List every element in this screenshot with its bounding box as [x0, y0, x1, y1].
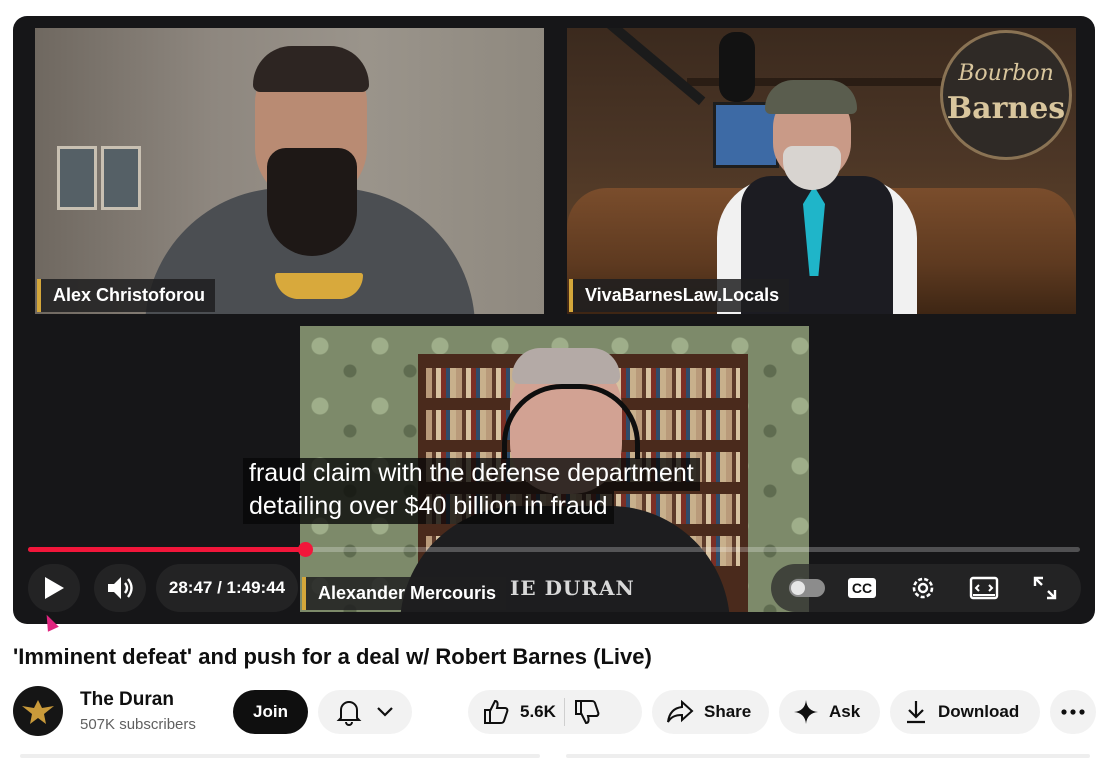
subscribe-notification-button[interactable] — [318, 690, 412, 734]
download-label: Download — [938, 702, 1020, 721]
participant-name: Alex Christoforou — [37, 279, 216, 312]
like-dislike-group: 5.6K — [468, 690, 642, 734]
divider — [563, 698, 565, 726]
chevron-down-icon — [377, 707, 393, 717]
content-divider — [20, 754, 540, 758]
channel-name[interactable]: The Duran — [80, 689, 174, 711]
channel-logo-icon — [22, 700, 54, 724]
video-player[interactable]: Alex Christoforou Bourbon Barnes VivaBar… — [13, 16, 1095, 624]
gear-icon — [912, 577, 934, 599]
person-cap — [765, 80, 857, 114]
autoplay-toggle-icon — [789, 579, 825, 597]
scrubber-handle[interactable] — [297, 542, 313, 557]
bourbon-barnes-sign: Bourbon Barnes — [940, 30, 1072, 160]
settings-button[interactable] — [897, 564, 949, 612]
sparkle-icon — [794, 700, 818, 724]
cc-icon: CC — [847, 578, 877, 598]
person-hair — [253, 46, 369, 92]
microphone-icon — [719, 32, 755, 102]
caption-line: fraud claim with the defense department — [243, 458, 700, 491]
caption-line: detailing over $40 billion in fraud — [243, 491, 614, 524]
participant-name: VivaBarnesLaw.Locals — [569, 279, 790, 312]
wall-picture — [57, 146, 97, 210]
participant-tile-barnes: Bourbon Barnes VivaBarnesLaw.Locals — [567, 28, 1076, 314]
join-button[interactable]: Join — [233, 690, 308, 734]
thumbs-down-icon[interactable] — [573, 699, 601, 725]
play-button[interactable] — [28, 564, 80, 612]
autoplay-toggle[interactable] — [781, 564, 833, 612]
sign-line1: Bourbon — [958, 61, 1054, 86]
miniplayer-icon — [969, 576, 999, 600]
fullscreen-button[interactable] — [1019, 564, 1071, 612]
download-icon — [907, 701, 925, 724]
person-beard — [267, 148, 357, 256]
progress-bar[interactable] — [28, 542, 1080, 557]
ask-button[interactable]: Ask — [779, 690, 880, 734]
more-actions-button[interactable] — [1050, 690, 1096, 734]
participant-tile-alex: Alex Christoforou — [35, 28, 544, 314]
video-title: 'Imminent defeat' and push for a deal w/… — [13, 644, 652, 669]
play-icon — [45, 577, 64, 599]
bell-icon — [336, 701, 362, 726]
captions-button[interactable]: CC — [836, 564, 888, 612]
content-divider — [566, 754, 1090, 758]
channel-avatar[interactable] — [13, 686, 63, 736]
captions: fraud claim with the defense department … — [243, 458, 700, 524]
volume-button[interactable] — [94, 564, 146, 612]
more-horizontal-icon — [1061, 709, 1085, 715]
fullscreen-icon — [1033, 576, 1057, 600]
volume-icon — [108, 577, 133, 599]
progress-played — [28, 547, 305, 552]
wall-picture — [101, 146, 141, 210]
right-controls: CC — [771, 564, 1081, 612]
miniplayer-button[interactable] — [958, 564, 1010, 612]
ask-label: Ask — [829, 702, 861, 721]
like-count[interactable]: 5.6K — [520, 702, 556, 722]
shirt-text: IE DURAN — [510, 576, 635, 600]
time-display: 28:47 / 1:49:44 — [156, 564, 298, 612]
download-button[interactable]: Download — [890, 690, 1040, 734]
share-icon — [667, 700, 694, 723]
mic-arm — [607, 28, 706, 106]
person-hair — [512, 348, 620, 384]
subscriber-count: 507K subscribers — [80, 716, 196, 733]
participant-name: Alexander Mercouris — [302, 577, 507, 610]
sign-line2: Barnes — [946, 91, 1066, 126]
share-label: Share — [704, 702, 752, 721]
share-button[interactable]: Share — [652, 690, 769, 734]
shirt-logo — [275, 273, 363, 299]
thumbs-up-icon[interactable] — [482, 699, 510, 725]
